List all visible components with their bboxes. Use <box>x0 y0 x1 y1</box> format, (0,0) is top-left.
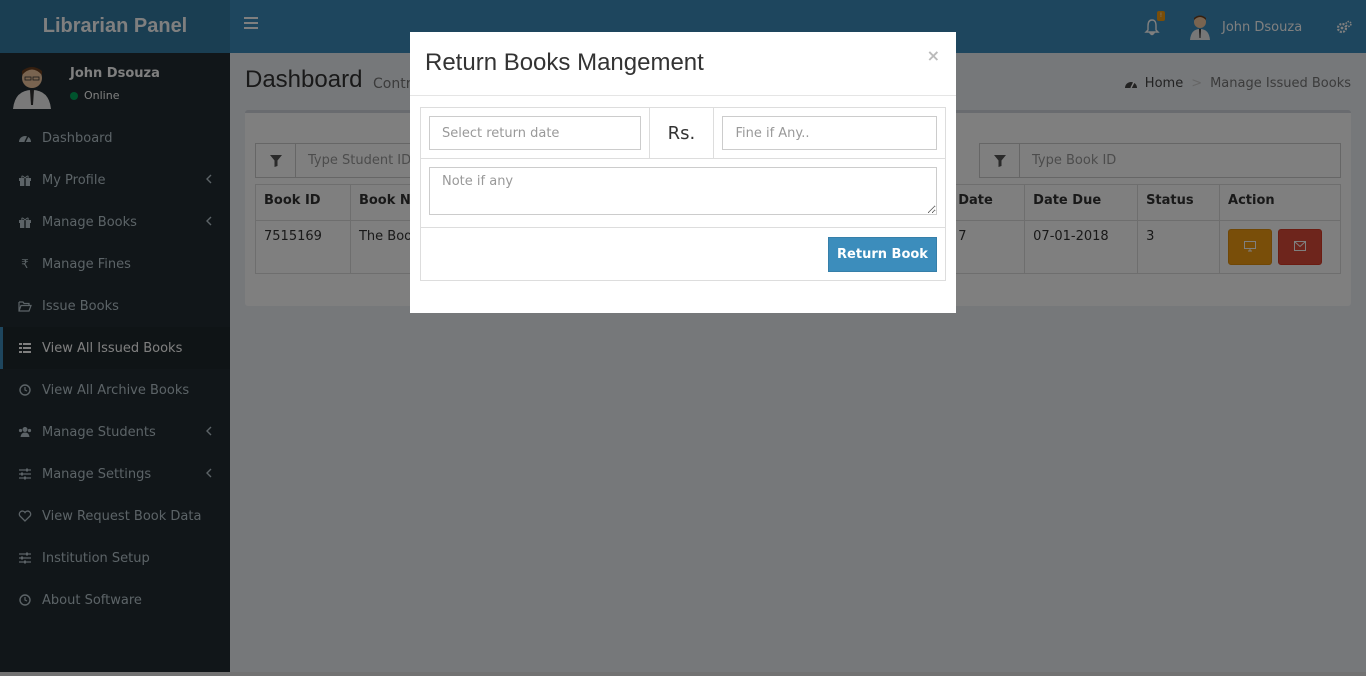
modal-title: Return Books Mangement <box>425 49 704 76</box>
return-date-input[interactable] <box>429 116 641 150</box>
note-cell <box>420 158 946 228</box>
currency-label: Rs. <box>648 107 715 159</box>
close-icon[interactable]: × <box>927 46 940 65</box>
return-books-modal: Return Books Mangement × Rs. Return Book <box>410 32 956 313</box>
return-form-table: Rs. Return Book <box>420 107 946 281</box>
return-date-cell <box>420 107 650 159</box>
submit-cell: Return Book <box>420 227 946 281</box>
return-form-row: Return Book <box>420 227 946 281</box>
modal-header: Return Books Mangement × <box>410 32 956 96</box>
return-book-button[interactable]: Return Book <box>828 236 937 272</box>
note-textarea[interactable] <box>429 167 937 215</box>
fine-cell <box>713 107 946 159</box>
fine-input[interactable] <box>722 116 937 150</box>
return-form-row <box>420 158 946 228</box>
return-form-row: Rs. <box>420 107 946 159</box>
